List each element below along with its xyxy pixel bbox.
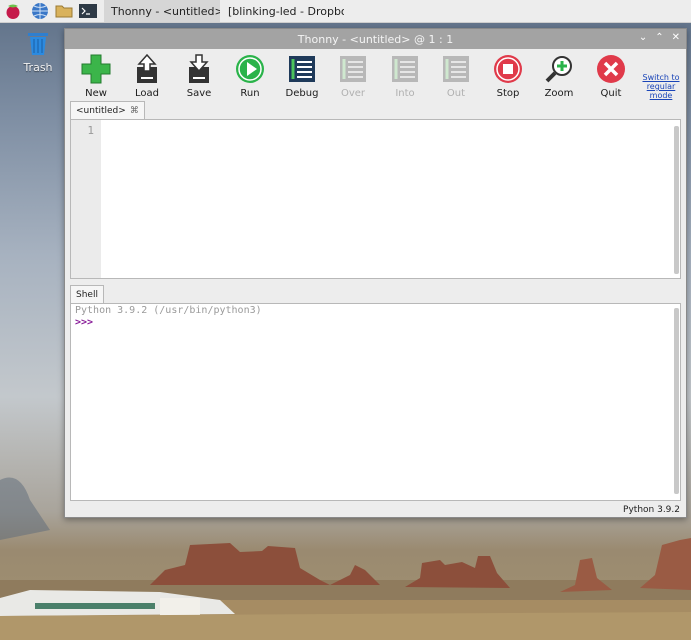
editor-tabbar: <untitled> ⌘ [70, 101, 681, 119]
editor-tab[interactable]: <untitled> ⌘ [70, 101, 145, 119]
over-label: Over [340, 88, 366, 99]
tab-close-icon[interactable]: ⌘ [130, 106, 139, 116]
toolbar: New Load Save Run Debug Over Into Out St… [65, 49, 686, 105]
step-over-button[interactable]: Over [328, 53, 378, 99]
zoom-label: Zoom [544, 88, 574, 99]
status-python-version: Python 3.9.2 [623, 505, 680, 515]
step-out-icon [443, 56, 469, 82]
step-over-icon [340, 56, 366, 82]
window-titlebar[interactable]: Thonny - <untitled> @ 1 : 1 ⌄ ⌃ ✕ [65, 29, 686, 49]
trash-label: Trash [23, 61, 53, 74]
run-label: Run [240, 88, 260, 99]
into-label: Into [395, 88, 415, 99]
save-label: Save [186, 88, 212, 99]
taskbar: Th Thonny - <untitled> ... [blinking-led… [0, 0, 691, 23]
shell-output: Python 3.9.2 (/usr/bin/python3) >>> [75, 305, 262, 329]
debug-icon [289, 56, 315, 82]
close-icon[interactable]: ✕ [672, 32, 680, 43]
editor-tab-label: <untitled> [76, 105, 126, 116]
shell-scrollbar[interactable] [674, 308, 679, 494]
shell-tab-label: Shell [76, 289, 98, 300]
step-into-icon [392, 56, 418, 82]
switch-to-regular-mode-link[interactable]: Switch to regular mode [640, 73, 682, 100]
debug-label: Debug [285, 88, 319, 99]
shell-pane[interactable]: Python 3.9.2 (/usr/bin/python3) >>> [70, 303, 681, 501]
thonny-window: Thonny - <untitled> @ 1 : 1 ⌄ ⌃ ✕ New Lo… [64, 28, 687, 518]
quit-icon [597, 55, 625, 83]
shell-prompt[interactable]: >>> [75, 317, 262, 329]
shell-tabbar: Shell [70, 285, 681, 303]
terminal-icon[interactable] [78, 1, 98, 21]
stop-button[interactable]: Stop [483, 53, 533, 99]
web-browser-icon[interactable] [30, 1, 50, 21]
new-button[interactable]: New [71, 53, 121, 99]
shell-tab[interactable]: Shell [70, 285, 104, 303]
debug-button[interactable]: Debug [277, 53, 327, 99]
save-button[interactable]: Save [174, 53, 224, 99]
editor-scrollbar[interactable] [674, 126, 679, 274]
stop-icon [494, 55, 522, 83]
step-into-button[interactable]: Into [380, 53, 430, 99]
trash-desktop-item[interactable]: Trash [20, 28, 56, 74]
load-button[interactable]: Load [122, 53, 172, 99]
play-icon [236, 55, 264, 83]
trash-icon [28, 33, 48, 55]
window-title: Thonny - <untitled> @ 1 : 1 [297, 32, 454, 46]
new-label: New [85, 88, 107, 99]
minimize-icon[interactable]: ⌄ [639, 32, 647, 43]
file-manager-icon[interactable] [54, 1, 74, 21]
out-label: Out [446, 88, 466, 99]
line-number-gutter: 1 [71, 120, 101, 278]
zoom-button[interactable]: Zoom [534, 53, 584, 99]
run-button[interactable]: Run [225, 53, 275, 99]
taskbar-task-thonny[interactable]: Th Thonny - <untitled> ... [104, 0, 220, 22]
load-label: Load [135, 88, 159, 99]
load-icon [137, 53, 157, 83]
editor-pane[interactable]: 1 [70, 119, 681, 279]
zoom-icon [545, 56, 572, 83]
quit-button[interactable]: Quit [586, 53, 636, 99]
plus-icon [81, 54, 111, 84]
quit-label: Quit [600, 88, 622, 99]
shell-banner: Python 3.9.2 (/usr/bin/python3) [75, 305, 262, 316]
taskbar-task-dropbox[interactable]: [blinking-led - Dropbo... [224, 0, 344, 22]
save-icon [189, 54, 209, 83]
taskbar-task-label: Thonny - <untitled> ... [111, 4, 220, 18]
stop-label: Stop [496, 88, 520, 99]
raspberry-menu-icon[interactable] [3, 1, 23, 21]
maximize-icon[interactable]: ⌃ [655, 32, 663, 43]
taskbar-task-label: [blinking-led - Dropbo... [228, 4, 344, 18]
step-out-button[interactable]: Out [431, 53, 481, 99]
